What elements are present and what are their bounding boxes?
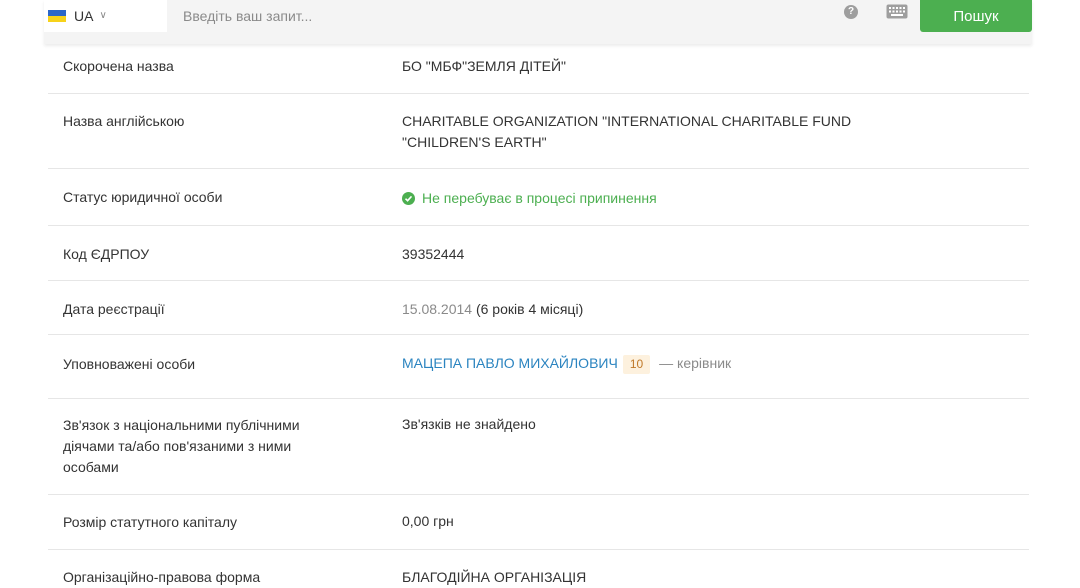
row-value: БЛАГОДІЙНА ОРГАНІЗАЦІЯ	[402, 569, 587, 585]
person-role: — керівник	[659, 355, 732, 371]
keyboard-icon[interactable]	[886, 4, 908, 19]
table-row: Дата реєстрації 15.08.2014 (6 років 4 мі…	[48, 281, 1029, 335]
language-selector[interactable]: UA ∨	[44, 0, 167, 32]
ukraine-flag-icon	[48, 10, 66, 22]
row-label: Назва англійською	[63, 113, 185, 129]
row-value: Зв'язків не знайдено	[402, 416, 536, 432]
company-details-table: Скорочена назва БО "МБФ"ЗЕМЛЯ ДІТЕЙ" Наз…	[48, 40, 1029, 585]
row-label: Дата реєстрації	[63, 301, 165, 317]
row-value: 0,00 грн	[402, 513, 454, 529]
chevron-down-icon: ∨	[99, 9, 107, 21]
row-label: Скорочена назва	[63, 58, 174, 74]
registration-date-value: 15.08.2014 (6 років 4 місяці)	[402, 299, 882, 320]
row-value: CHARITABLE ORGANIZATION "INTERNATIONAL C…	[402, 113, 852, 150]
row-value: 39352444	[402, 246, 465, 262]
registration-date: 15.08.2014	[402, 301, 473, 317]
table-row: Організаційно-правова форма БЛАГОДІЙНА О…	[48, 550, 1029, 585]
table-row: Статус юридичної особи Не перебуває в пр…	[48, 169, 1029, 226]
status-value: Не перебуває в процесі припинення	[402, 188, 882, 209]
help-icon[interactable]: ?	[844, 5, 858, 19]
row-label: Уповноважені особи	[63, 356, 196, 372]
table-row: Зв'язок з національними публічними діяча…	[48, 399, 1029, 495]
row-label: Розмір статутного капіталу	[63, 514, 238, 530]
search-bar: UA ∨ ? Пошук	[44, 0, 1032, 44]
row-label: Код ЄДРПОУ	[63, 246, 150, 262]
count-badge: 10	[622, 355, 651, 374]
table-row: Уповноважені особи МАЦЕПА ПАВЛО МИХАЙЛОВ…	[48, 335, 1029, 399]
search-button[interactable]: Пошук	[920, 0, 1032, 32]
table-row: Скорочена назва БО "МБФ"ЗЕМЛЯ ДІТЕЙ"	[48, 40, 1029, 94]
table-row: Назва англійською CHARITABLE ORGANIZATIO…	[48, 94, 1029, 169]
row-value: БО "МБФ"ЗЕМЛЯ ДІТЕЙ"	[402, 58, 567, 74]
table-row: Розмір статутного капіталу 0,00 грн	[48, 495, 1029, 550]
row-label: Статус юридичної особи	[63, 189, 223, 205]
language-code: UA	[74, 8, 94, 24]
check-circle-icon	[402, 192, 415, 205]
row-label: Зв'язок з національними публічними діяча…	[63, 417, 300, 475]
authorized-person-value: МАЦЕПА ПАВЛО МИХАЙЛОВИЧ 10 — керівник	[402, 353, 882, 374]
table-row: Код ЄДРПОУ 39352444	[48, 226, 1029, 281]
row-label: Організаційно-правова форма	[63, 569, 261, 585]
person-link[interactable]: МАЦЕПА ПАВЛО МИХАЙЛОВИЧ	[402, 355, 618, 371]
status-text: Не перебуває в процесі припинення	[422, 190, 657, 206]
registration-duration: (6 років 4 місяці)	[475, 301, 584, 317]
